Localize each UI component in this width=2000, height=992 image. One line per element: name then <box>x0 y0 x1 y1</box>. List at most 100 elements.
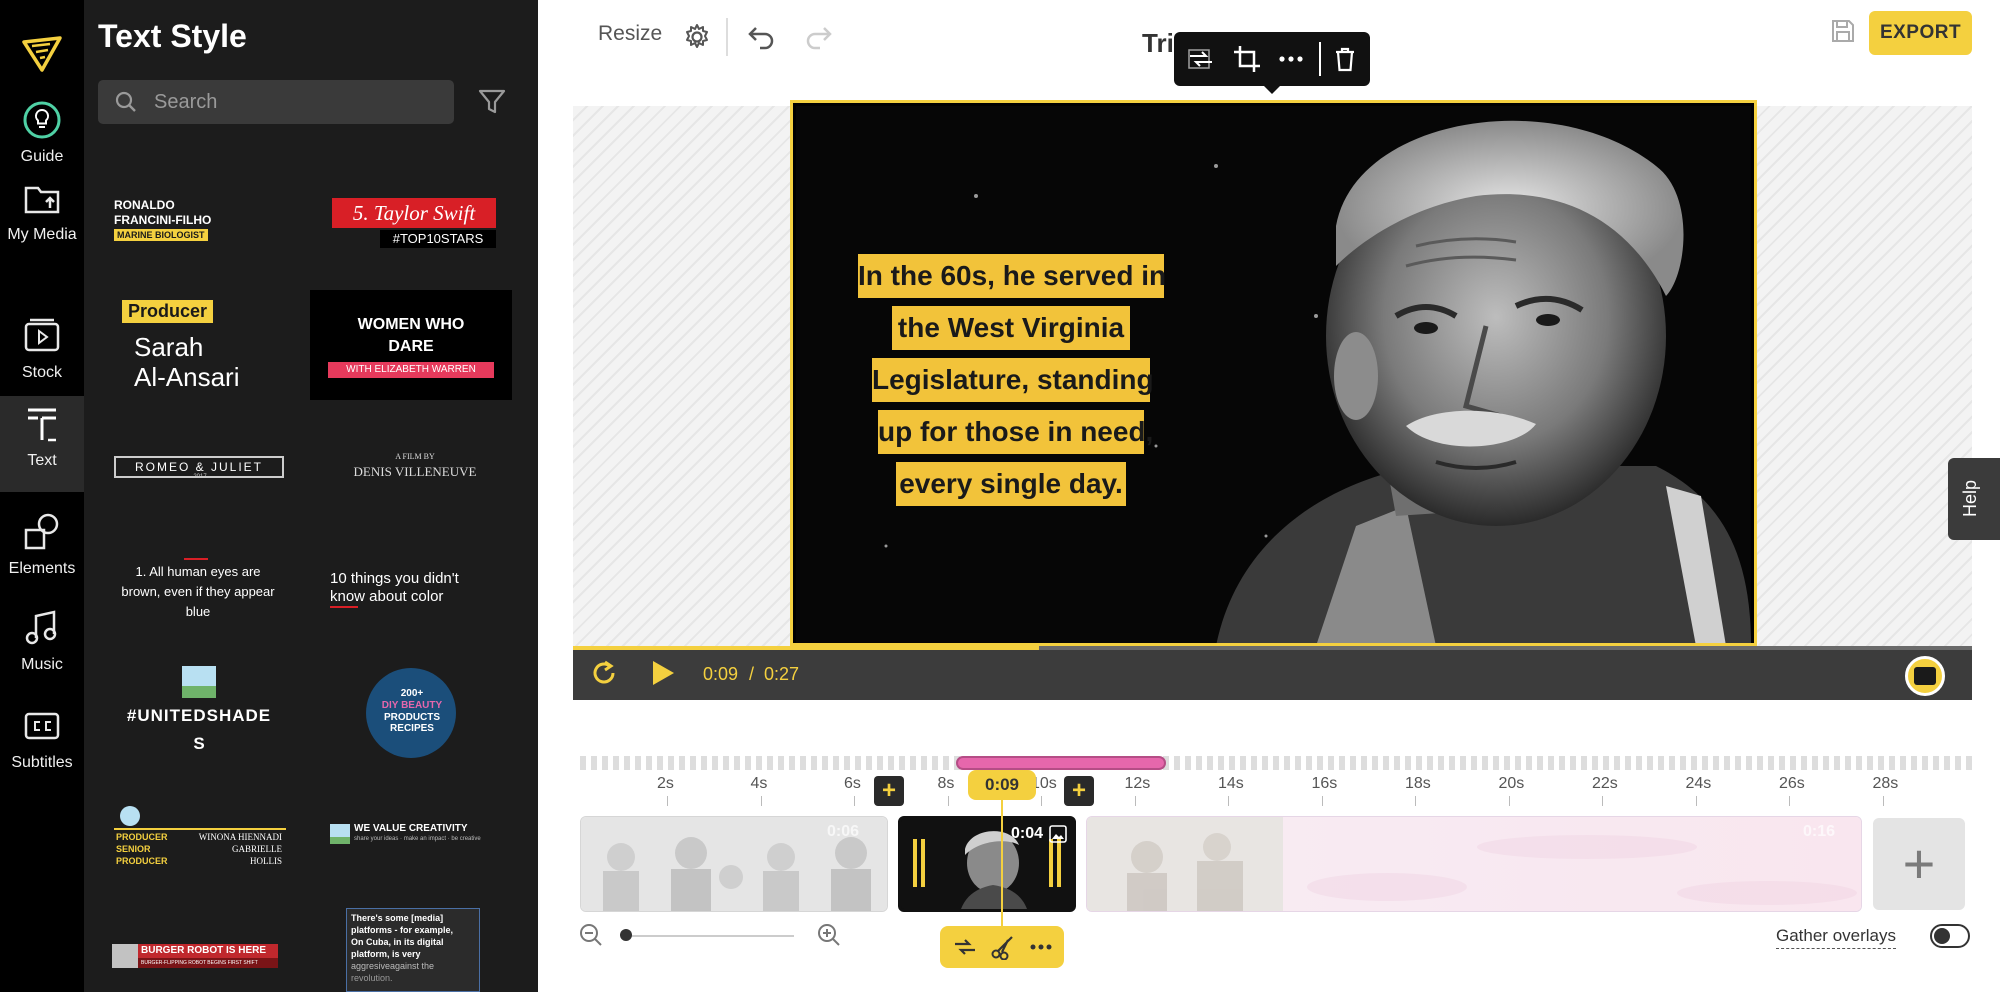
rail-item-label: Text <box>27 452 57 469</box>
timeline-clip[interactable]: 0:06 <box>580 816 888 912</box>
tile-text: BURGER ROBOT IS HERE <box>138 944 278 958</box>
text-style-tile-fact[interactable]: 1. All human eyes are brown, even if the… <box>108 556 288 620</box>
rail-item-text[interactable]: Text <box>0 396 84 492</box>
tile-text: RONALDO <box>114 198 175 212</box>
scissors-icon[interactable] <box>990 934 1016 960</box>
replace-icon[interactable] <box>952 934 978 960</box>
overlay-clip[interactable] <box>956 756 1166 770</box>
zoom-out-icon[interactable] <box>578 922 604 948</box>
rail-item-music[interactable]: Music <box>0 600 84 696</box>
tile-text: DARE <box>388 338 434 355</box>
element-context-toolbar <box>1174 32 1370 86</box>
tile-text: 1. All human eyes are <box>135 564 261 579</box>
timeline-tick-mark <box>1508 796 1510 806</box>
add-transition-button[interactable]: + <box>874 776 904 806</box>
redo-icon[interactable] <box>804 20 834 50</box>
total-time: 0:27 <box>764 664 800 684</box>
rail-item-stock[interactable]: Stock <box>0 308 84 404</box>
timeline-tick-label: 20s <box>1498 775 1525 792</box>
tile-text: SENIOR <box>116 844 151 854</box>
tile-text: 200+ <box>400 688 424 699</box>
rail-item-label: Music <box>21 656 63 673</box>
timeline-tick-label: 18s <box>1405 775 1431 792</box>
more-options-icon[interactable] <box>1276 44 1306 74</box>
undo-icon[interactable] <box>746 20 776 50</box>
play-icon[interactable] <box>647 658 677 688</box>
trim-handle-left[interactable] <box>921 839 925 887</box>
resize-button[interactable]: Resize <box>598 22 662 46</box>
rail-item-label: Subtitles <box>11 754 73 771</box>
add-clip-button[interactable]: + <box>1873 818 1965 910</box>
timeline-tick-mark <box>1882 796 1884 806</box>
timeline-tick-label: 24s <box>1685 775 1712 792</box>
rail-item-subtitles[interactable]: Subtitles <box>0 698 84 794</box>
zoom-in-icon[interactable] <box>816 922 842 948</box>
timeline-clip-selected[interactable]: 0:04 <box>898 816 1076 912</box>
text-style-tile-quote[interactable]: There's some [media] platforms - for exa… <box>346 908 480 992</box>
search-box[interactable] <box>98 80 454 124</box>
text-style-tile-we-value[interactable]: WE VALUE CREATIVITY share your ideas · m… <box>328 820 512 852</box>
text-style-tile-ten-things[interactable]: 10 things you didn't know about color <box>328 568 508 612</box>
tile-text: GABRIELLE <box>232 844 282 854</box>
add-transition-button[interactable]: + <box>1064 776 1094 806</box>
zoom-slider-track[interactable] <box>622 935 794 937</box>
search-icon <box>115 91 136 112</box>
trim-handle-right[interactable] <box>1057 839 1061 887</box>
timeline-tick-mark <box>1041 796 1042 806</box>
text-style-tile-ranking[interactable]: 5. Taylor Swift #TOP10STARS <box>330 196 500 254</box>
music-note-icon <box>25 610 57 645</box>
text-style-tile-producer[interactable]: Producer Sarah Al-Ansari <box>118 298 278 398</box>
clip-duration: 0:16 <box>1803 823 1836 840</box>
text-style-tile-credits[interactable]: PRODUCER SENIOR PRODUCER WINONA HIENNADI… <box>114 804 286 868</box>
tile-text: #TOP10STARS <box>380 230 496 248</box>
tile-divider <box>114 828 286 830</box>
playhead-time[interactable]: 0:09 <box>968 770 1036 800</box>
text-style-tile-romeo-juliet[interactable]: ROMEO & JULIET 2017 <box>114 454 286 482</box>
export-button[interactable]: EXPORT <box>1869 11 1972 55</box>
trim-handle-left[interactable] <box>913 839 917 887</box>
avatar[interactable] <box>1905 656 1945 696</box>
trash-icon[interactable] <box>1330 44 1360 74</box>
folder-upload-icon <box>24 186 60 214</box>
rail-item-my-media[interactable]: My Media <box>0 170 84 266</box>
more-options-icon[interactable] <box>1028 934 1054 960</box>
timeline-tick-label: 28s <box>1872 775 1899 792</box>
text-style-tile-women-who-dare[interactable]: WOMEN WHO DARE WITH ELIZABETH WARREN <box>310 290 512 400</box>
gather-overlays-toggle[interactable] <box>1930 924 1970 948</box>
tile-text: platforms - for example, <box>351 925 454 935</box>
replace-icon[interactable] <box>1186 44 1216 74</box>
clip-duration: 0:06 <box>827 823 860 840</box>
search-input[interactable] <box>154 80 444 124</box>
filter-icon[interactable] <box>476 86 508 118</box>
zoom-slider-handle[interactable] <box>620 929 632 941</box>
tile-tag: Producer <box>122 300 214 323</box>
text-style-tile-hashtag[interactable]: #UNITEDSHADE S <box>114 664 284 756</box>
gear-icon[interactable] <box>682 22 712 52</box>
help-tab[interactable]: Help <box>1948 458 2000 540</box>
progress-fill <box>573 646 1039 650</box>
timeline-tick-mark <box>947 796 949 806</box>
rail-item-elements[interactable]: Elements <box>0 504 84 600</box>
timeline-tick-mark <box>1695 796 1697 806</box>
text-style-tile-news[interactable]: BURGER ROBOT IS HERE BURGER-FLIPPING ROB… <box>112 940 284 972</box>
tile-text: PRODUCER <box>116 832 168 842</box>
text-style-tile-badge[interactable]: 200+ DIY BEAUTY PRODUCTS RECIPES <box>364 666 460 762</box>
text-style-tile-lower-third[interactable]: RONALDO FRANCINI-FILHO MARINE BIOLOGIST <box>112 198 272 250</box>
timeline-tick-label: 4s <box>750 775 768 792</box>
tile-accent <box>330 606 358 608</box>
save-icon[interactable] <box>1828 16 1858 46</box>
tile-text: PRODUCTS <box>383 712 441 723</box>
tile-text: 2017 <box>193 474 207 480</box>
text-style-tile-a-film-by[interactable]: A FILM BY DENIS VILLENEUVE <box>330 452 500 486</box>
crop-icon[interactable] <box>1232 44 1262 74</box>
tile-text: On Cuba, in its digital <box>351 937 444 947</box>
tile-text: FRANCINI-FILHO <box>114 213 212 227</box>
playback-bar: 0:09 / 0:27 <box>573 646 1972 700</box>
video-editor-app: Guide My Media Stock Text Elements Music… <box>0 0 2000 992</box>
tile-text: WE VALUE CREATIVITY <box>354 823 468 834</box>
timeline-clip[interactable]: 0:16 <box>1086 816 1862 912</box>
help-label: Help <box>1960 479 1981 518</box>
app-logo-icon[interactable] <box>20 34 64 74</box>
replay-icon[interactable] <box>589 658 619 688</box>
trim-handle-right[interactable] <box>1049 839 1053 887</box>
